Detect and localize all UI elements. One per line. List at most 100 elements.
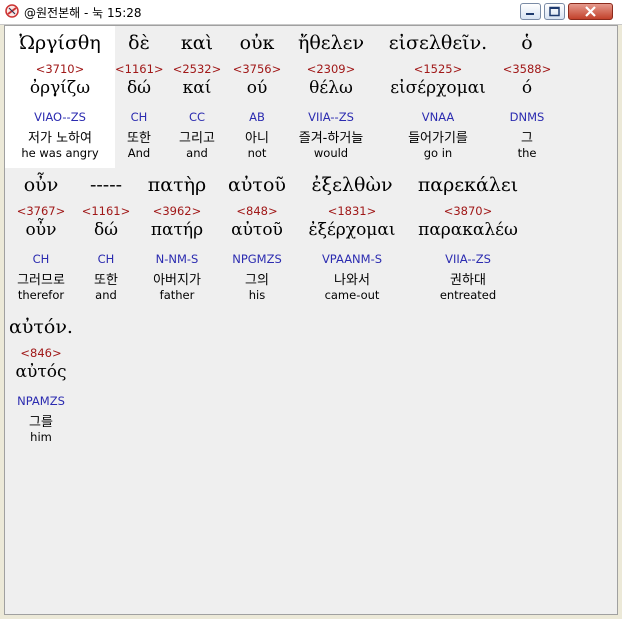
app-window: @원전본해 - 눅 15:28 Ὠργίσθη <3710> ὀργίζω VI… xyxy=(0,0,622,619)
lemma: οὖν xyxy=(25,220,57,240)
token[interactable]: ἤθελεν <2309> θέλω VIIA--ZS 즐겨-하거늘 would xyxy=(289,26,373,168)
lemma: παρακαλέω xyxy=(418,220,518,240)
lemma: ἐξέρχομαι xyxy=(308,220,396,240)
greek-word: ἐξελθὼν xyxy=(311,174,393,196)
strong-number[interactable]: <3710> xyxy=(5,62,115,76)
english-gloss: father xyxy=(159,288,195,302)
lemma: δώ xyxy=(93,220,119,240)
greek-word: οὖν xyxy=(23,174,59,196)
morphology-code: NPAMZS xyxy=(17,394,65,408)
title-bar[interactable]: @원전본해 - 눅 15:28 xyxy=(0,0,622,25)
lemma: ὀργίζω xyxy=(29,78,91,98)
strong-number[interactable]: <846> xyxy=(5,346,77,360)
token[interactable]: ----- <1161> δώ CH 또한 and xyxy=(79,168,133,310)
lemma: ό xyxy=(521,78,533,98)
morphology-code: VNAA xyxy=(421,110,455,124)
token[interactable]: ὁ <3588> ό DNMS 그 the xyxy=(502,26,552,168)
strong-number[interactable]: <848> xyxy=(223,204,291,218)
strong-number[interactable]: <1525> xyxy=(379,62,497,76)
interlinear-view: Ὠργίσθη <3710> ὀργίζω VIAO--ZS 저가 노하여 he… xyxy=(4,25,618,615)
morphology-code: N-NM-S xyxy=(155,252,199,266)
korean-gloss: 또한 xyxy=(94,273,118,288)
strong-number[interactable]: <2532> xyxy=(170,62,224,76)
maximize-icon xyxy=(549,6,560,17)
token[interactable]: καὶ <2532> καί CC 그리고 and xyxy=(170,26,224,168)
strong-number[interactable]: <2309> xyxy=(289,62,373,76)
morphology-code: AB xyxy=(249,110,265,124)
close-button[interactable] xyxy=(568,3,613,20)
korean-gloss: 아니 xyxy=(245,131,269,146)
greek-word: ὁ xyxy=(521,32,533,54)
minimize-icon xyxy=(526,13,534,15)
greek-word: παρεκάλει xyxy=(417,174,519,196)
english-gloss: would xyxy=(313,146,349,160)
window-title: @원전본해 - 눅 15:28 xyxy=(24,6,142,20)
strong-number[interactable]: <1161> xyxy=(79,204,133,218)
greek-word: οὐκ xyxy=(239,32,275,54)
korean-gloss: 아버지가 xyxy=(153,273,201,288)
token[interactable]: Ὠργίσθη <3710> ὀργίζω VIAO--ZS 저가 노하여 he… xyxy=(5,26,115,168)
greek-word: αὐτόν. xyxy=(9,316,73,338)
token[interactable]: αὐτοῦ <848> αὐτοῦ NPGMZS 그의 his xyxy=(223,168,291,310)
token[interactable]: οὐκ <3756> ού AB 아니 not xyxy=(230,26,284,168)
strong-number[interactable]: <3870> xyxy=(409,204,527,218)
greek-word: καὶ xyxy=(180,32,214,54)
strong-number[interactable]: <3962> xyxy=(137,204,217,218)
token[interactable]: αὐτόν. <846> αὐτός NPAMZS 그를 him xyxy=(5,310,77,452)
morphology-code: CH xyxy=(97,252,115,266)
morphology-code: VIIA--ZS xyxy=(308,110,354,124)
strong-number[interactable]: <3588> xyxy=(502,62,552,76)
lemma: αὐτός xyxy=(15,362,67,382)
korean-gloss: 들어가기를 xyxy=(408,131,468,146)
maximize-button[interactable] xyxy=(544,3,565,20)
korean-gloss: 그의 xyxy=(245,273,269,288)
morphology-code: NPGMZS xyxy=(232,252,282,266)
greek-word: αὐτοῦ xyxy=(228,174,286,196)
token[interactable]: παρεκάλει <3870> παρακαλέω VIIA--ZS 권하대 … xyxy=(409,168,527,310)
bible-app-icon xyxy=(5,4,19,18)
token[interactable]: οὖν <3767> οὖν CH 그러므로 therefor xyxy=(9,168,73,310)
korean-gloss: 즐겨-하거늘 xyxy=(298,131,364,146)
english-gloss: he was angry xyxy=(21,146,99,160)
token[interactable]: δὲ <1161> δώ CH 또한 And xyxy=(115,26,164,168)
morphology-code: CH xyxy=(130,110,148,124)
token[interactable]: ἐξελθὼν <1831> ἐξέρχομαι VPAANM-S 나와서 ca… xyxy=(301,168,403,310)
greek-word: ----- xyxy=(89,174,123,196)
korean-gloss: 저가 노하여 xyxy=(28,131,92,146)
lemma: εἰσέρχομαι xyxy=(390,78,486,98)
token[interactable]: πατὴρ <3962> πατήρ N-NM-S 아버지가 father xyxy=(137,168,217,310)
minimize-button[interactable] xyxy=(520,3,541,20)
greek-word: εἰσελθεῖν. xyxy=(388,32,488,54)
strong-number[interactable]: <1831> xyxy=(301,204,403,218)
lemma: δώ xyxy=(126,78,152,98)
lemma: πατήρ xyxy=(150,220,204,240)
english-gloss: And xyxy=(127,146,151,160)
korean-gloss: 그러므로 xyxy=(17,273,65,288)
morphology-code: CH xyxy=(32,252,50,266)
morphology-code: VIAO--ZS xyxy=(34,110,86,124)
strong-number[interactable]: <1161> xyxy=(115,62,164,76)
morphology-code: VIIA--ZS xyxy=(445,252,491,266)
morphology-code: VPAANM-S xyxy=(321,252,383,266)
greek-word: πατὴρ xyxy=(147,174,207,196)
close-icon xyxy=(585,6,596,17)
greek-word: δὲ xyxy=(128,32,150,54)
english-gloss: therefor xyxy=(17,288,65,302)
strong-number[interactable]: <3756> xyxy=(230,62,284,76)
english-gloss: came-out xyxy=(324,288,380,302)
greek-word: ἤθελεν xyxy=(297,32,365,54)
english-gloss: and xyxy=(186,146,208,160)
english-gloss: not xyxy=(247,146,267,160)
korean-gloss: 또한 xyxy=(127,131,151,146)
english-gloss: entreated xyxy=(439,288,497,302)
korean-gloss: 그리고 xyxy=(179,131,215,146)
korean-gloss: 권하대 xyxy=(450,273,486,288)
morphology-code: DNMS xyxy=(509,110,545,124)
english-gloss: his xyxy=(248,288,266,302)
english-gloss: and xyxy=(95,288,117,302)
morphology-code: CC xyxy=(188,110,206,124)
greek-word: Ὠργίσθη xyxy=(19,32,101,54)
korean-gloss: 그 xyxy=(521,131,533,146)
token[interactable]: εἰσελθεῖν. <1525> εἰσέρχομαι VNAA 들어가기를 … xyxy=(379,26,497,168)
strong-number[interactable]: <3767> xyxy=(9,204,73,218)
